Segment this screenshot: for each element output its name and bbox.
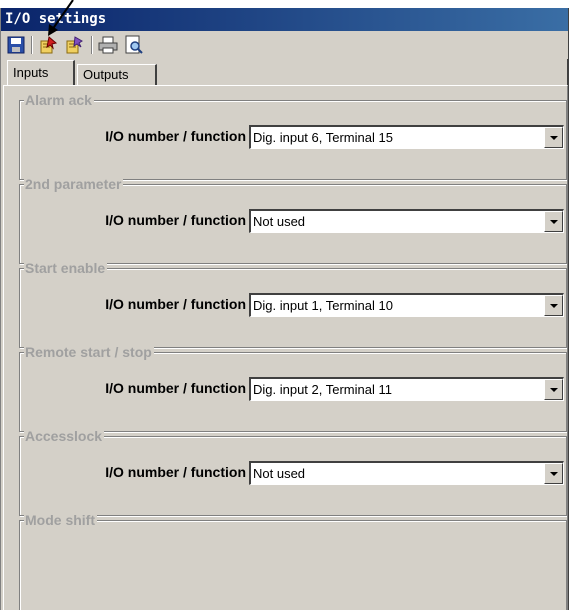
window-title: I/O settings <box>1 8 568 31</box>
io-function-label: I/O number / function <box>105 380 246 396</box>
group-title: Mode shift <box>24 511 97 529</box>
save-button[interactable] <box>5 34 27 56</box>
group-title: Remote start / stop <box>24 343 154 361</box>
group-2nd-parameter: 2nd parameter I/O number / function Not … <box>19 175 567 264</box>
dropdown-button[interactable] <box>544 463 563 484</box>
print-icon <box>98 36 118 54</box>
io-function-label: I/O number / function <box>105 296 246 312</box>
group-start-enable: Start enable I/O number / function Dig. … <box>19 259 567 348</box>
print-preview-icon <box>125 35 143 54</box>
toolbar <box>1 31 568 59</box>
chevron-down-icon <box>549 303 558 308</box>
group-mode-shift: Mode shift <box>19 511 567 610</box>
dropdown-value: Dig. input 6, Terminal 15 <box>253 130 393 145</box>
group-title: Accesslock <box>24 427 105 445</box>
annotation-arrow-icon <box>48 0 74 36</box>
chevron-down-icon <box>549 387 558 392</box>
tab-strip: Inputs Outputs <box>1 59 568 86</box>
dropdown-value: Not used <box>253 214 306 229</box>
tab-inputs[interactable]: Inputs <box>7 60 75 85</box>
group-alarm-ack: Alarm ack I/O number / function Dig. inp… <box>19 91 567 180</box>
io-function-label: I/O number / function <box>105 212 246 228</box>
io-function-label: I/O number / function <box>105 464 246 480</box>
dropdown-button[interactable] <box>544 211 563 232</box>
dropdown-value: Not used <box>253 466 306 481</box>
io-function-dropdown[interactable]: Not used <box>249 461 564 485</box>
io-settings-window: I/O settings Inputs Outputs Alarm ack I/… <box>0 8 569 610</box>
print-preview-button[interactable] <box>123 34 145 56</box>
chevron-down-icon <box>549 219 558 224</box>
io-function-dropdown[interactable]: Not used <box>249 209 564 233</box>
group-accesslock: Accesslock I/O number / function Not use… <box>19 427 567 516</box>
group-title: 2nd parameter <box>24 175 124 193</box>
save-icon <box>7 36 25 54</box>
io-function-dropdown[interactable]: Dig. input 2, Terminal 11 <box>249 377 564 401</box>
chevron-down-icon <box>549 471 558 476</box>
dropdown-value: Dig. input 2, Terminal 11 <box>253 382 392 397</box>
dropdown-button[interactable] <box>544 127 563 148</box>
chevron-down-icon <box>549 135 558 140</box>
io-function-dropdown[interactable]: Dig. input 6, Terminal 15 <box>249 125 564 149</box>
dropdown-button[interactable] <box>544 295 563 316</box>
tab-outputs[interactable]: Outputs <box>77 64 157 86</box>
inputs-panel: Alarm ack I/O number / function Dig. inp… <box>3 85 568 610</box>
print-button[interactable] <box>97 34 119 56</box>
group-remote-start-stop: Remote start / stop I/O number / functio… <box>19 343 567 432</box>
io-function-label: I/O number / function <box>105 128 246 144</box>
group-title: Start enable <box>24 259 108 277</box>
dropdown-button[interactable] <box>544 379 563 400</box>
dropdown-value: Dig. input 1, Terminal 10 <box>253 298 393 313</box>
io-function-dropdown[interactable]: Dig. input 1, Terminal 10 <box>249 293 564 317</box>
group-title: Alarm ack <box>24 91 94 109</box>
